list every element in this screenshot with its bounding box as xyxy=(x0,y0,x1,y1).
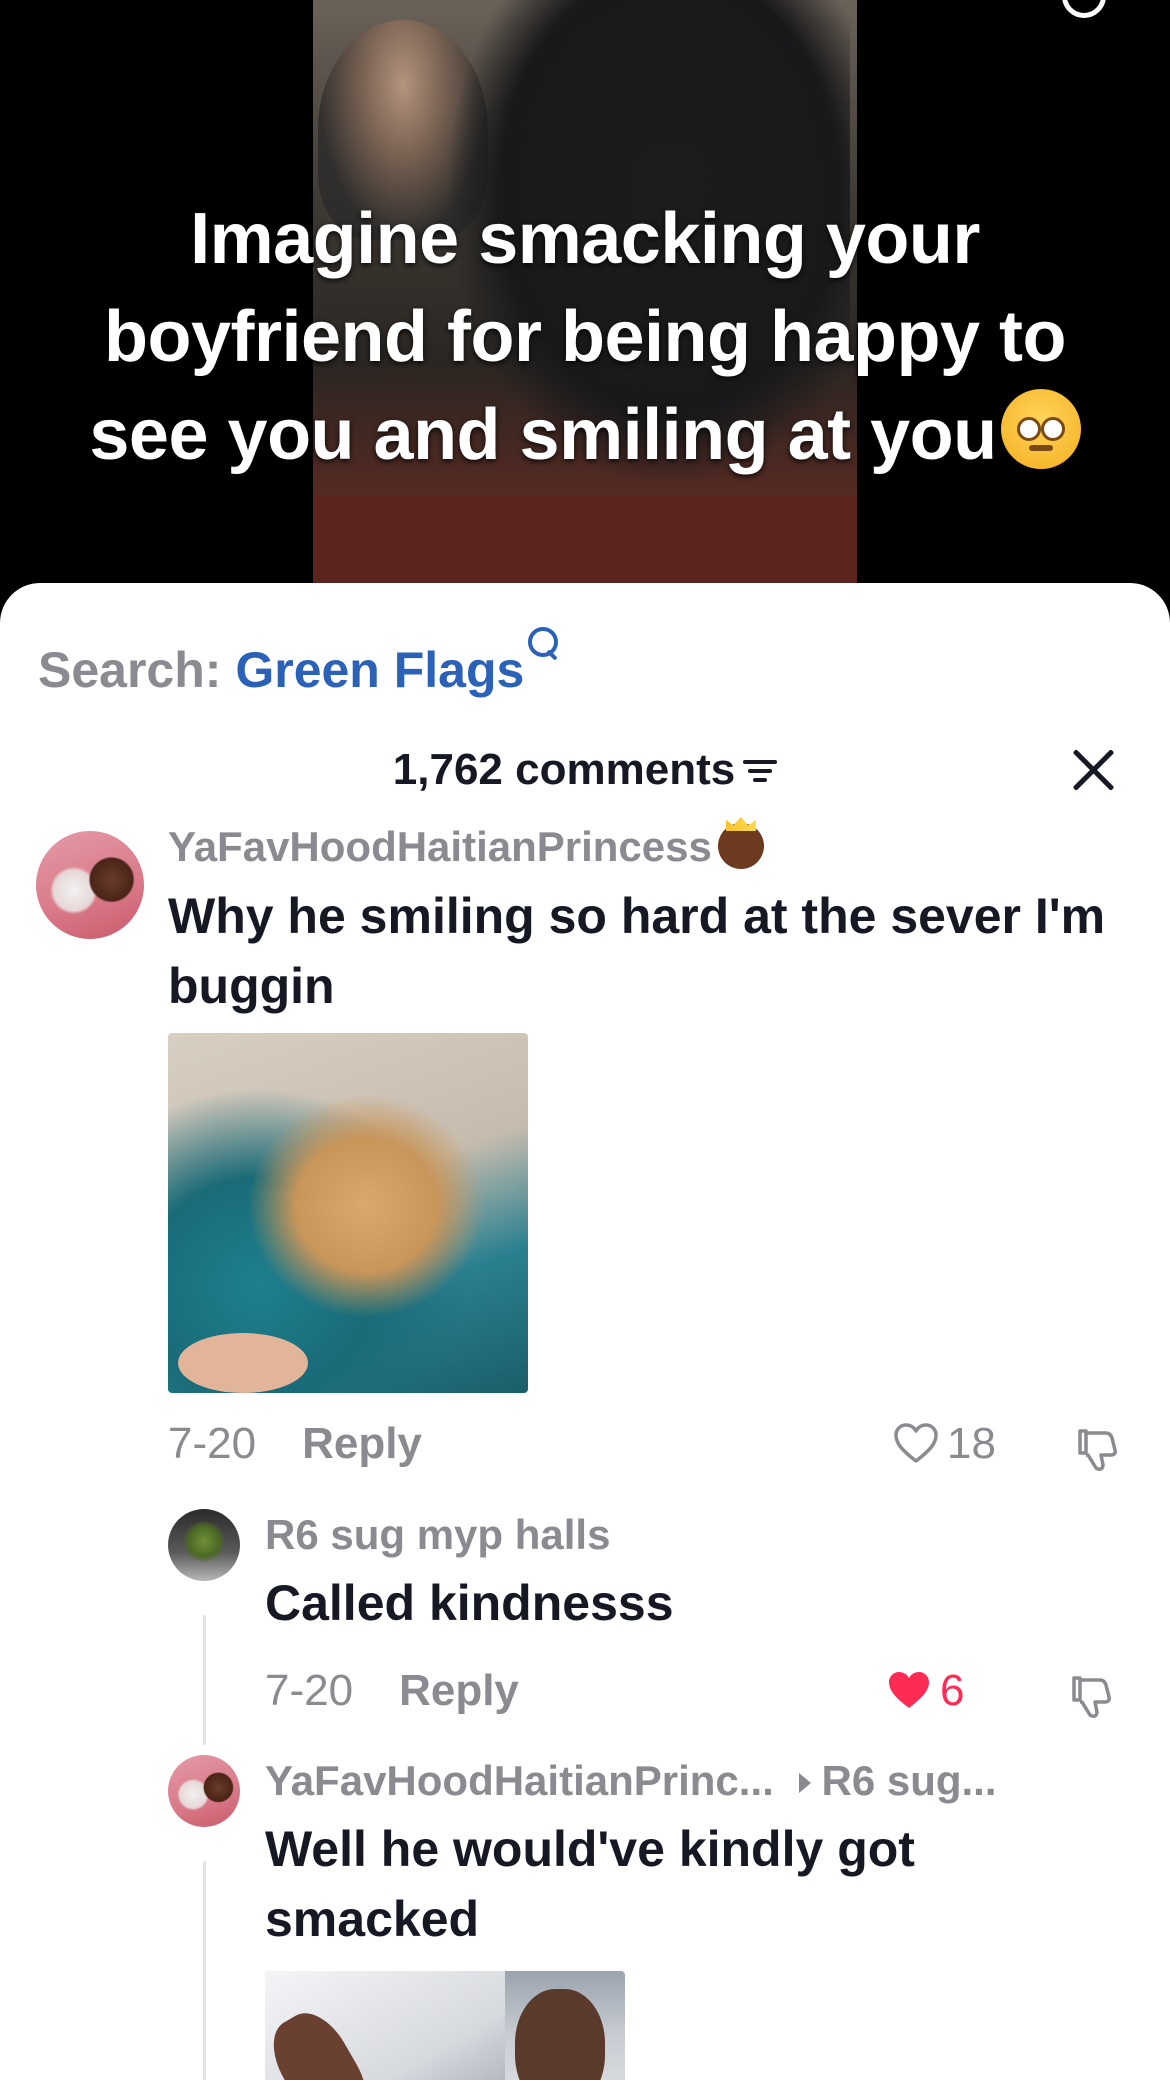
avatar[interactable] xyxy=(168,1755,240,1827)
thread-line xyxy=(203,1861,206,2080)
flushed-face-icon xyxy=(1000,389,1081,469)
comments-header: 1,762 comments xyxy=(0,745,1170,795)
like-count: 18 xyxy=(947,1419,996,1468)
comment-meta: 7-20 Reply xyxy=(265,1666,519,1716)
comment-meta: 7-20 Reply xyxy=(168,1419,422,1469)
like-button[interactable]: 6 xyxy=(886,1666,964,1716)
search-label: Search: xyxy=(38,642,222,698)
dislike-icon[interactable] xyxy=(1072,1425,1120,1473)
filter-icon[interactable] xyxy=(743,756,778,786)
dislike-icon[interactable] xyxy=(1066,1672,1114,1720)
comment-gif-image[interactable] xyxy=(265,1971,625,2080)
comment-date: 7-20 xyxy=(265,1666,354,1715)
video-caption: Imagine smacking your boyfriend for bein… xyxy=(70,190,1100,484)
video-player[interactable]: Imagine smacking your boyfriend for bein… xyxy=(0,0,1170,600)
like-count: 6 xyxy=(940,1666,965,1715)
thread-line xyxy=(203,1615,206,1745)
search-suggestion[interactable]: Search: Green Flags xyxy=(38,627,560,699)
close-icon[interactable] xyxy=(1070,747,1116,793)
like-button[interactable]: 18 xyxy=(893,1419,996,1469)
comment-date: 7-20 xyxy=(168,1419,257,1468)
comment-text: Called kindnesss xyxy=(265,1575,674,1631)
avatar[interactable] xyxy=(168,1509,240,1581)
reply-button[interactable]: Reply xyxy=(399,1666,519,1715)
search-term-link[interactable]: Green Flags xyxy=(235,642,524,698)
comments-count: 1,762 comments xyxy=(392,745,736,794)
comment-gif-image[interactable] xyxy=(168,1033,528,1393)
avatar[interactable] xyxy=(36,831,144,939)
comment-username[interactable]: YaFavHoodHaitianPrincess xyxy=(168,823,764,871)
search-icon[interactable] xyxy=(1062,0,1106,18)
heart-filled-icon xyxy=(886,1669,932,1711)
comment-username[interactable]: R6 sug myp halls xyxy=(265,1511,610,1559)
comment-text: Why he smiling so hard at the sever I'm … xyxy=(168,888,1106,1014)
reply-to-username[interactable]: R6 sug... xyxy=(821,1757,996,1804)
comment-text: Well he would've kindly got smacked xyxy=(265,1821,915,1947)
heart-outline-icon xyxy=(893,1422,939,1464)
reply-arrow-icon xyxy=(799,1773,812,1793)
reply-button[interactable]: Reply xyxy=(302,1419,422,1468)
search-icon xyxy=(526,627,560,667)
caption-text: Imagine smacking your boyfriend for bein… xyxy=(89,199,1066,475)
comments-sheet: Search: Green Flags 1,762 comments YaFav… xyxy=(0,583,1170,2080)
princess-icon xyxy=(717,823,764,869)
comment-username[interactable]: YaFavHoodHaitianPrinc... R6 sug... xyxy=(265,1757,997,1805)
